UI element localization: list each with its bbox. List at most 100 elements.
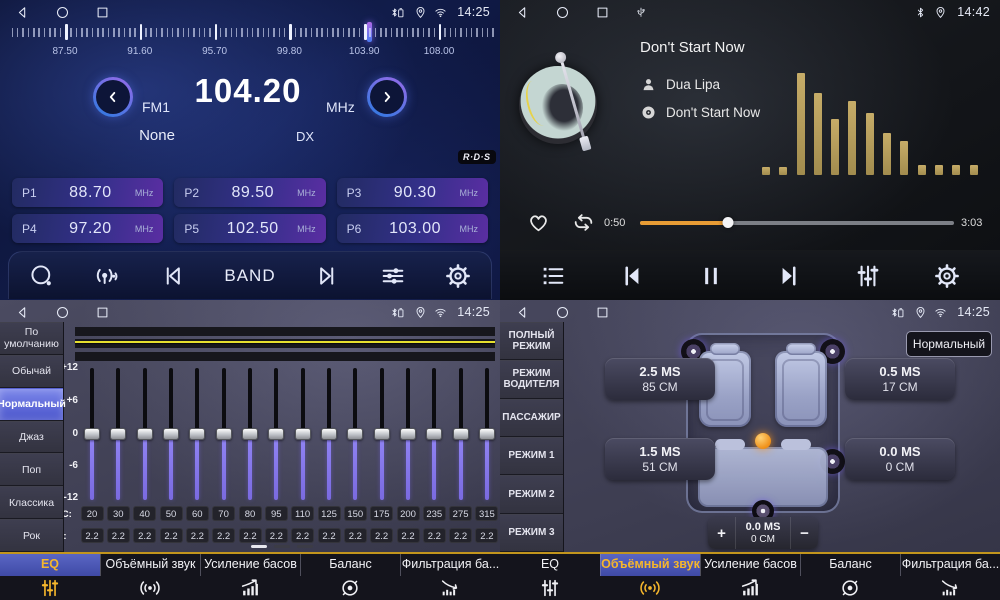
slider-thumb[interactable] — [268, 428, 284, 440]
seek-previous-button[interactable] — [159, 262, 187, 290]
preset-button-p3[interactable]: P390.30MHz — [337, 178, 488, 207]
eq-band-slider[interactable] — [485, 368, 489, 500]
soundfield-mode-item-0[interactable]: ПОЛНЫЙ РЕЖИМ — [500, 322, 563, 360]
tuning-scale[interactable]: 87.5091.6095.7099.80103.90108.00 — [0, 22, 500, 60]
slider-thumb[interactable] — [347, 428, 363, 440]
recents-icon[interactable] — [95, 5, 110, 20]
next-track-button[interactable] — [775, 262, 803, 290]
soundfield-mode-item-1[interactable]: РЕЖИМ ВОДИТЕЛЯ — [500, 360, 563, 398]
eq-band-slider[interactable] — [327, 368, 331, 500]
tab-balance[interactable]: Баланс — [800, 554, 900, 600]
preset-button-p1[interactable]: P188.70MHz — [12, 178, 163, 207]
seek-down-button[interactable] — [93, 77, 133, 117]
scan-button[interactable] — [28, 262, 56, 290]
slider-thumb[interactable] — [163, 428, 179, 440]
preset-button-p6[interactable]: P6103.00MHz — [337, 214, 488, 243]
audio-settings-button[interactable] — [379, 262, 407, 290]
slider-thumb[interactable] — [479, 428, 495, 440]
eq-band-slider[interactable] — [116, 368, 120, 500]
eq-preset-item-2[interactable]: Нормальный — [0, 388, 63, 421]
eq-preset-item-5[interactable]: Классика — [0, 486, 63, 519]
listening-position-dot[interactable] — [755, 433, 771, 449]
eq-preset-item-1[interactable]: Обычай — [0, 355, 63, 388]
slider-thumb[interactable] — [453, 428, 469, 440]
eq-band-slider[interactable] — [222, 368, 226, 500]
delay-decrease-button[interactable]: − — [791, 517, 818, 549]
tab-surround[interactable]: Объёмный звук — [600, 554, 700, 600]
equalizer-button[interactable] — [854, 262, 882, 290]
soundfield-mode-item-3[interactable]: РЕЖИМ 1 — [500, 437, 563, 475]
slider-thumb[interactable] — [426, 428, 442, 440]
tab-balance[interactable]: Баланс — [300, 554, 400, 600]
delay-rear-left-button[interactable]: 1.5 MS 51 CM — [605, 438, 715, 480]
eq-band-slider[interactable] — [90, 368, 94, 500]
pause-button[interactable] — [697, 262, 725, 290]
delay-front-right-button[interactable]: 0.5 MS 17 CM — [845, 358, 955, 400]
home-icon[interactable] — [55, 305, 70, 320]
eq-band-slider[interactable] — [248, 368, 252, 500]
seek-next-button[interactable] — [313, 262, 341, 290]
eq-band-slider[interactable] — [143, 368, 147, 500]
previous-track-button[interactable] — [618, 262, 646, 290]
home-icon[interactable] — [55, 5, 70, 20]
recents-icon[interactable] — [595, 5, 610, 20]
playlist-button[interactable] — [539, 262, 567, 290]
preset-button-p4[interactable]: P497.20MHz — [12, 214, 163, 243]
delay-front-left-button[interactable]: 2.5 MS 85 CM — [605, 358, 715, 400]
repeat-button[interactable] — [571, 210, 596, 235]
seek-up-button[interactable] — [367, 77, 407, 117]
soundfield-mode-item-2[interactable]: ПАССАЖИР — [500, 399, 563, 437]
slider-thumb[interactable] — [295, 428, 311, 440]
settings-button[interactable] — [933, 262, 961, 290]
settings-button[interactable] — [444, 262, 472, 290]
eq-band-slider[interactable] — [169, 368, 173, 500]
favorite-button[interactable] — [526, 210, 551, 235]
eq-preset-item-0[interactable]: По умолчанию — [0, 322, 63, 355]
delay-rear-right-button[interactable]: 0.0 MS 0 CM — [845, 438, 955, 480]
eq-preset-item-4[interactable]: Поп — [0, 453, 63, 486]
slider-thumb[interactable] — [400, 428, 416, 440]
slider-thumb[interactable] — [321, 428, 337, 440]
preset-button-p2[interactable]: P289.50MHz — [174, 178, 325, 207]
back-icon[interactable] — [15, 5, 30, 20]
slider-thumb[interactable] — [189, 428, 205, 440]
tab-filter[interactable]: Фильтрация ба... — [400, 554, 500, 600]
eq-band-slider[interactable] — [406, 368, 410, 500]
slider-thumb[interactable] — [137, 428, 153, 440]
back-icon[interactable] — [515, 305, 530, 320]
slider-thumb[interactable] — [110, 428, 126, 440]
tab-eq-sliders[interactable]: EQ — [0, 554, 100, 600]
sound-preset-badge[interactable]: Нормальный — [906, 331, 992, 357]
slider-thumb[interactable] — [216, 428, 232, 440]
preset-button-p5[interactable]: P5102.50MHz — [174, 214, 325, 243]
tab-surround[interactable]: Объёмный звук — [100, 554, 200, 600]
tab-filter[interactable]: Фильтрация ба... — [900, 554, 1000, 600]
soundfield-mode-item-4[interactable]: РЕЖИМ 2 — [500, 475, 563, 513]
tab-eq-sliders[interactable]: EQ — [500, 554, 600, 600]
band-button[interactable]: BAND — [224, 266, 275, 286]
delay-increase-button[interactable]: + — [708, 517, 735, 549]
eq-preset-item-6[interactable]: Рок — [0, 519, 63, 552]
slider-thumb[interactable] — [84, 428, 100, 440]
eq-band-slider[interactable] — [380, 368, 384, 500]
back-icon[interactable] — [515, 5, 530, 20]
recents-icon[interactable] — [95, 305, 110, 320]
tab-bass-boost[interactable]: Усиление басов — [200, 554, 300, 600]
soundfield-mode-item-5[interactable]: РЕЖИМ 3 — [500, 514, 563, 552]
eq-band-slider[interactable] — [353, 368, 357, 500]
eq-band-slider[interactable] — [432, 368, 436, 500]
eq-band-slider[interactable] — [274, 368, 278, 500]
eq-preset-item-3[interactable]: Джаз — [0, 421, 63, 454]
home-icon[interactable] — [555, 305, 570, 320]
home-icon[interactable] — [555, 5, 570, 20]
slider-thumb[interactable] — [374, 428, 390, 440]
progress-bar[interactable] — [640, 221, 954, 225]
back-icon[interactable] — [15, 305, 30, 320]
slider-thumb[interactable] — [242, 428, 258, 440]
eq-band-slider[interactable] — [459, 368, 463, 500]
dx-local-button[interactable] — [93, 262, 121, 290]
eq-band-slider[interactable] — [195, 368, 199, 500]
tab-bass-boost[interactable]: Усиление басов — [700, 554, 800, 600]
progress-thumb[interactable] — [722, 217, 733, 228]
eq-band-slider[interactable] — [301, 368, 305, 500]
